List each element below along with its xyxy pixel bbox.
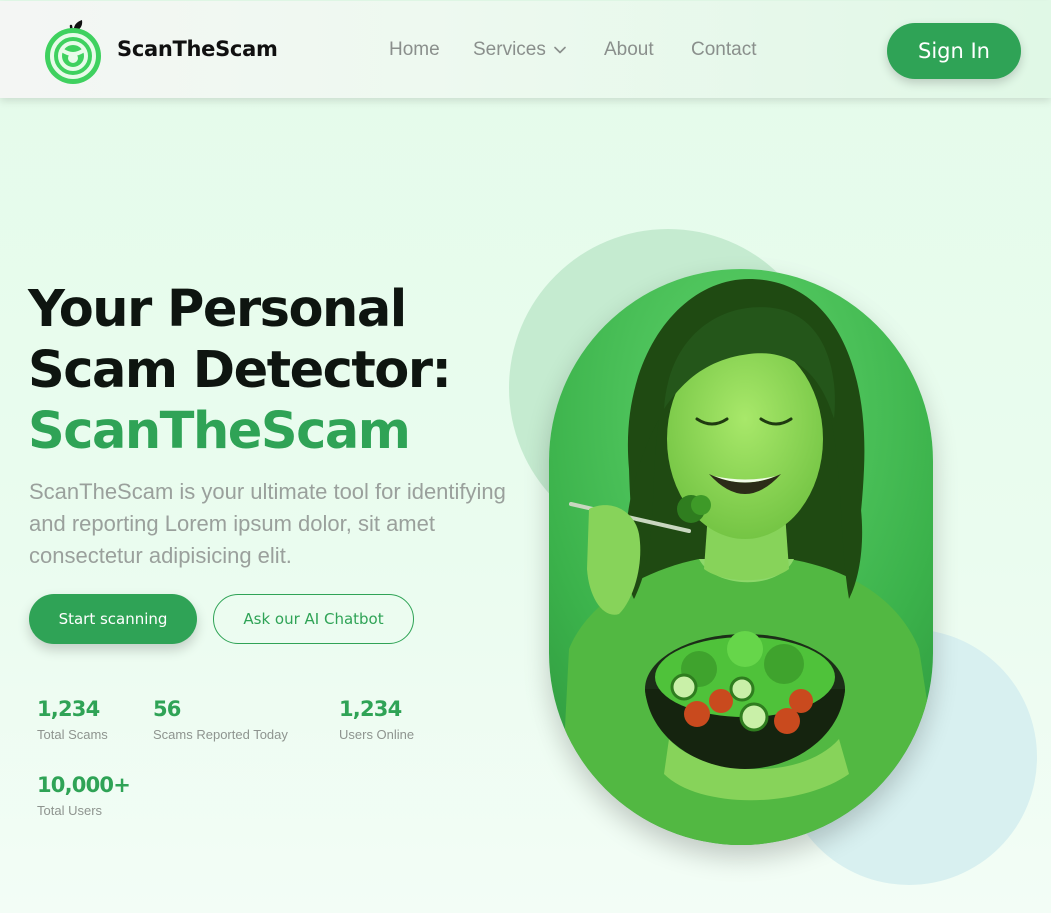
apple-logo-icon[interactable] <box>40 18 106 84</box>
stat-scams-reported-today: 56 Scams Reported Today <box>153 697 288 742</box>
headline-line-2: Scam Detector: <box>28 341 452 400</box>
nav-services-label: Services <box>473 39 546 60</box>
headline-accent: ScanTheScam <box>28 402 411 461</box>
top-navigation-bar: ScanTheScam Home Services About Contact … <box>0 1 1051 98</box>
stat-value: 1,234 <box>339 697 402 721</box>
brand-name[interactable]: ScanTheScam <box>117 37 278 61</box>
woman-eating-salad-illustration <box>549 269 933 845</box>
stat-label: Total Users <box>37 803 103 818</box>
stat-value: 10,000+ <box>37 773 131 797</box>
stat-value: 56 <box>153 697 181 721</box>
sign-in-button[interactable]: Sign In <box>887 23 1021 79</box>
stat-users-online: 1,234 Users Online <box>339 697 414 742</box>
chevron-down-icon <box>554 46 566 54</box>
nav-link-about[interactable]: About <box>604 39 654 61</box>
headline-line-1: Your Personal <box>28 280 407 339</box>
nav-link-contact[interactable]: Contact <box>691 39 756 61</box>
stat-total-scams: 1,234 Total Scams <box>37 697 108 742</box>
ask-ai-chatbot-button[interactable]: Ask our AI Chatbot <box>213 594 414 644</box>
hero-headline: Your Personal Scam Detector: ScanTheScam <box>28 279 508 462</box>
stat-label: Users Online <box>339 727 415 742</box>
stat-label: Total Scams <box>37 727 108 742</box>
stat-value: 1,234 <box>37 697 100 721</box>
nav-link-home[interactable]: Home <box>389 39 440 61</box>
stat-label: Scams Reported Today <box>153 727 288 742</box>
hero-photo-woman-eating-salad <box>549 269 933 845</box>
nav-link-services[interactable]: Services <box>473 39 566 61</box>
hero-description: ScanTheScam is your ultimate tool for id… <box>29 479 506 568</box>
stat-total-users: 10,000+ Total Users <box>37 773 131 818</box>
start-scanning-button[interactable]: Start scanning <box>29 594 197 644</box>
